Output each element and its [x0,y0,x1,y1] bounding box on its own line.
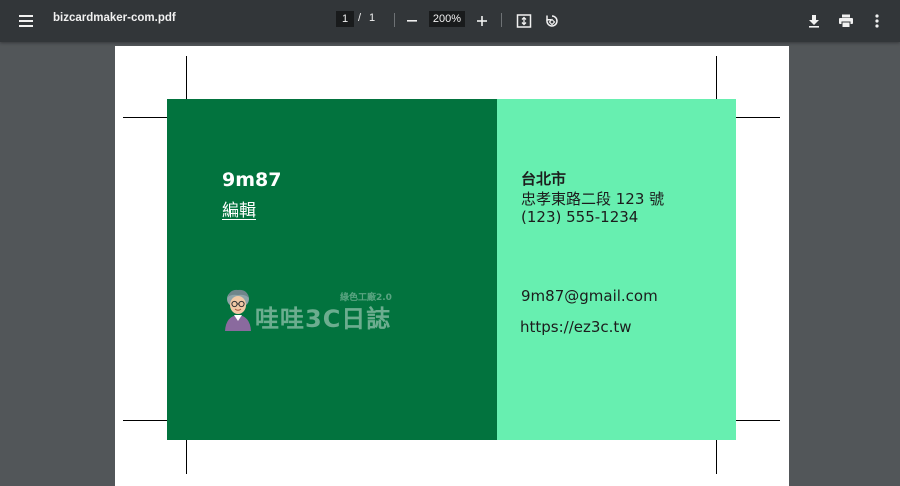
zoom-in-icon[interactable] [468,7,496,35]
rotate-icon[interactable] [538,7,566,35]
watermark-text: 哇哇3C日誌 [255,305,392,333]
download-icon[interactable] [800,7,828,35]
card-name: 9m87 [222,169,282,191]
toolbar-divider [501,13,502,27]
card-city: 台北市 [521,170,567,188]
page-total: 1 [369,12,376,24]
card-back-panel [497,99,736,440]
zoom-input[interactable] [429,11,465,27]
page-separator: / [358,12,362,24]
document-title: bizcardmaker-com.pdf [53,12,176,24]
print-icon[interactable] [832,7,860,35]
watermark-avatar-icon [221,287,255,331]
more-icon[interactable] [863,7,891,35]
card-job-title: 編輯 [222,201,256,221]
card-street-address: 忠孝東路二段 123 號 [521,190,665,208]
toolbar-divider [394,13,395,27]
card-front-panel [167,99,497,440]
card-email: 9m87@gmail.com [521,287,658,305]
page-number-input[interactable] [336,11,354,27]
fit-page-icon[interactable] [510,7,538,35]
card-website: https://ez3c.tw [520,318,632,336]
menu-icon[interactable] [12,7,40,35]
card-phone: (123) 555-1234 [521,208,639,226]
zoom-out-icon[interactable] [398,7,426,35]
watermark-subtext: 綠色工廠2.0 [340,293,392,303]
pdf-toolbar: bizcardmaker-com.pdf / 1 [0,0,900,42]
